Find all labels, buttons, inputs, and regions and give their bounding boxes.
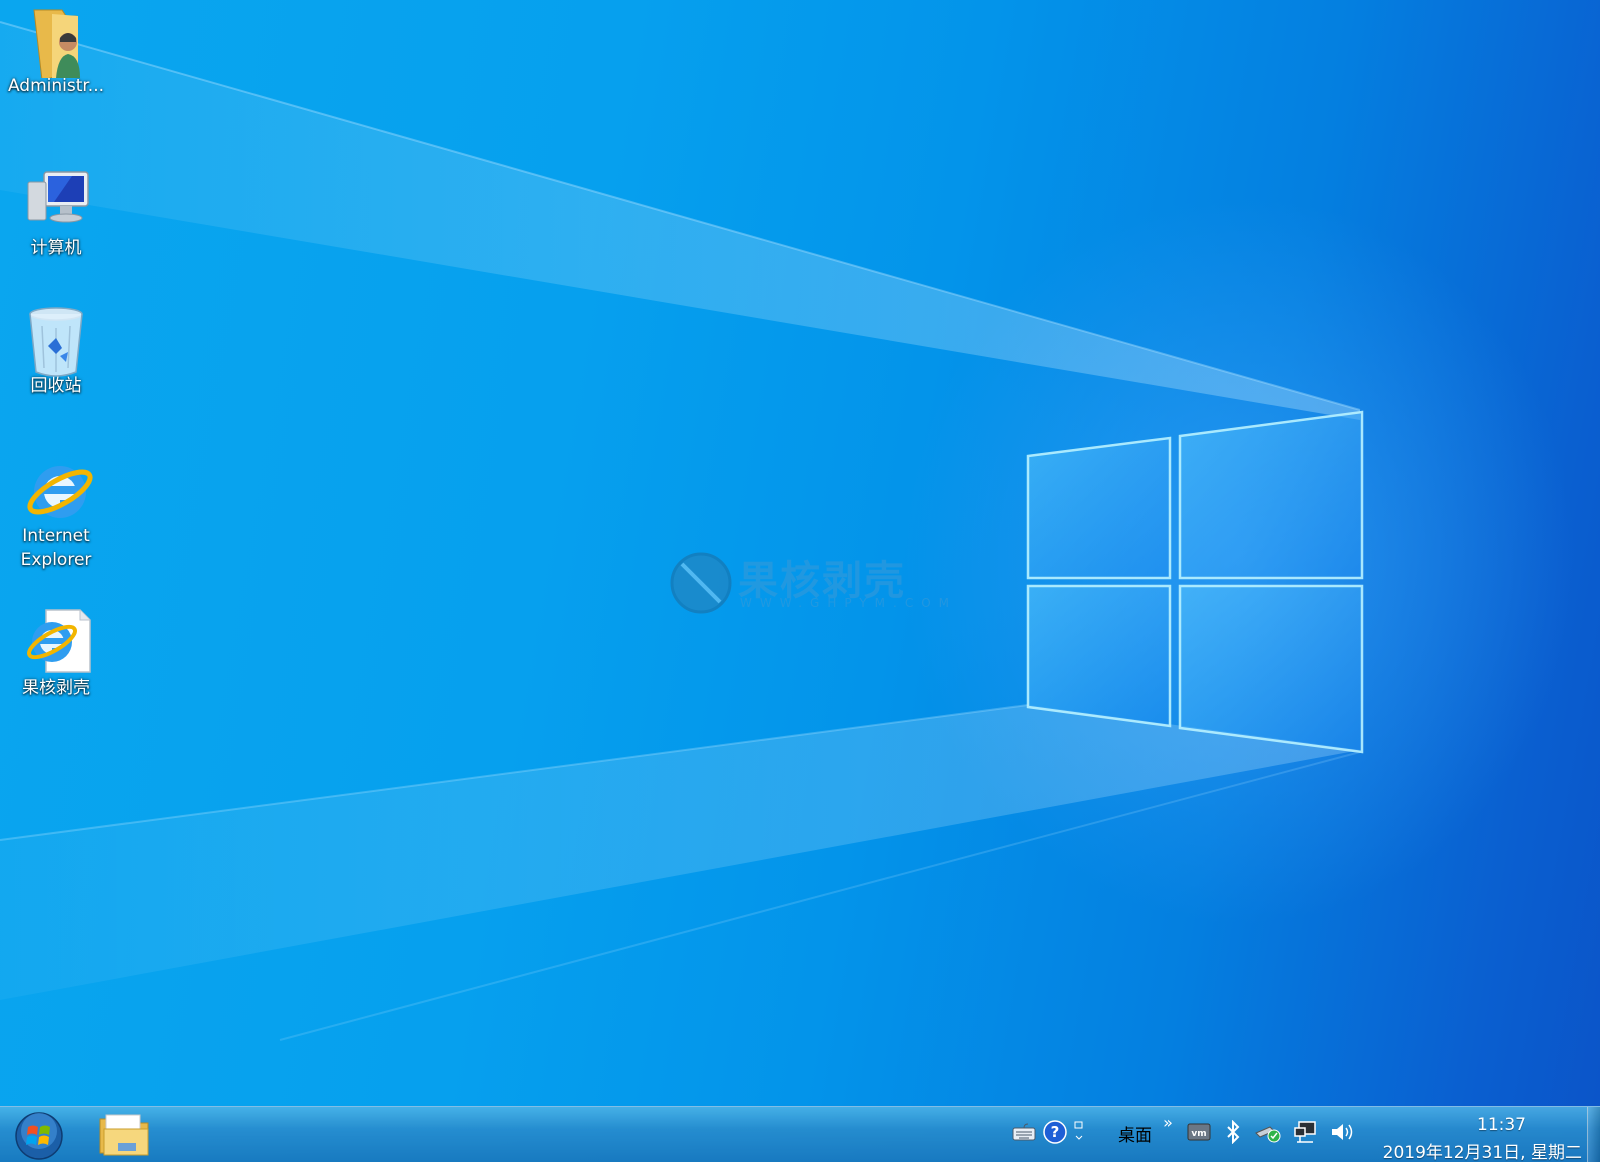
svg-text:vm: vm: [1191, 1129, 1206, 1139]
toolbar-overflow-chevron[interactable]: »: [1160, 1107, 1176, 1137]
vmware-icon[interactable]: vm: [1186, 1117, 1212, 1147]
file-explorer-icon: [99, 1114, 149, 1156]
windows-logo: [1026, 410, 1364, 754]
keyboard-icon[interactable]: [1010, 1117, 1038, 1147]
internet-explorer-icon: [24, 456, 93, 520]
watermark-logo-icon: [670, 552, 732, 614]
desktop-icon-label: Internet Explorer: [20, 526, 92, 570]
ie-shortcut-file-icon: [24, 608, 91, 673]
recycle-bin-icon: [24, 306, 88, 377]
desktop-icon-internet-explorer[interactable]: Internet Explorer: [0, 456, 112, 572]
desktop-icon-user-folder[interactable]: Administr...: [0, 6, 112, 98]
desktop-icon-label: 计算机: [30, 238, 82, 258]
clock-time[interactable]: 11:37: [1477, 1115, 1526, 1135]
taskbar: ? 桌面 » vm 11:37 2019年12月31日, 星期二: [0, 1106, 1600, 1162]
help-icon[interactable]: ?: [1042, 1117, 1068, 1147]
system-tray: ? 桌面 » vm 11:37 2019年12月31日, 星期二: [1010, 1107, 1600, 1162]
windows-orb-icon: [15, 1112, 63, 1160]
desktop-icon-computer[interactable]: 计算机: [0, 168, 112, 260]
svg-text:?: ?: [1051, 1123, 1060, 1141]
volume-icon[interactable]: [1328, 1117, 1356, 1147]
desktop-icon-recycle-bin[interactable]: 回收站: [0, 306, 112, 398]
user-folder-icon: [24, 6, 88, 81]
show-desktop-button[interactable]: [1587, 1107, 1600, 1162]
watermark: 果核剥壳 WWW.GHPYM.COM: [668, 548, 949, 618]
desktop-icon-guohe-shortcut[interactable]: 果核剥壳: [0, 608, 112, 700]
taskbar-pin-file-explorer[interactable]: [92, 1109, 156, 1161]
network-icon[interactable]: [1292, 1117, 1320, 1147]
desktop-toolbar-label[interactable]: 桌面: [1118, 1121, 1152, 1146]
bluetooth-icon[interactable]: [1222, 1117, 1244, 1147]
desktop[interactable]: Administr... 计算机 回收站 Internet Explorer 果…: [0, 0, 1600, 1162]
computer-icon: [24, 168, 89, 232]
start-button[interactable]: [12, 1111, 66, 1161]
clock-date[interactable]: 2019年12月31日, 星期二: [1383, 1138, 1582, 1162]
usb-safe-remove-icon[interactable]: [1254, 1117, 1282, 1147]
watermark-subtitle: WWW.GHPYM.COM: [740, 596, 958, 610]
restore-icon[interactable]: [1072, 1117, 1086, 1147]
desktop-icon-label: 果核剥壳: [22, 678, 90, 698]
